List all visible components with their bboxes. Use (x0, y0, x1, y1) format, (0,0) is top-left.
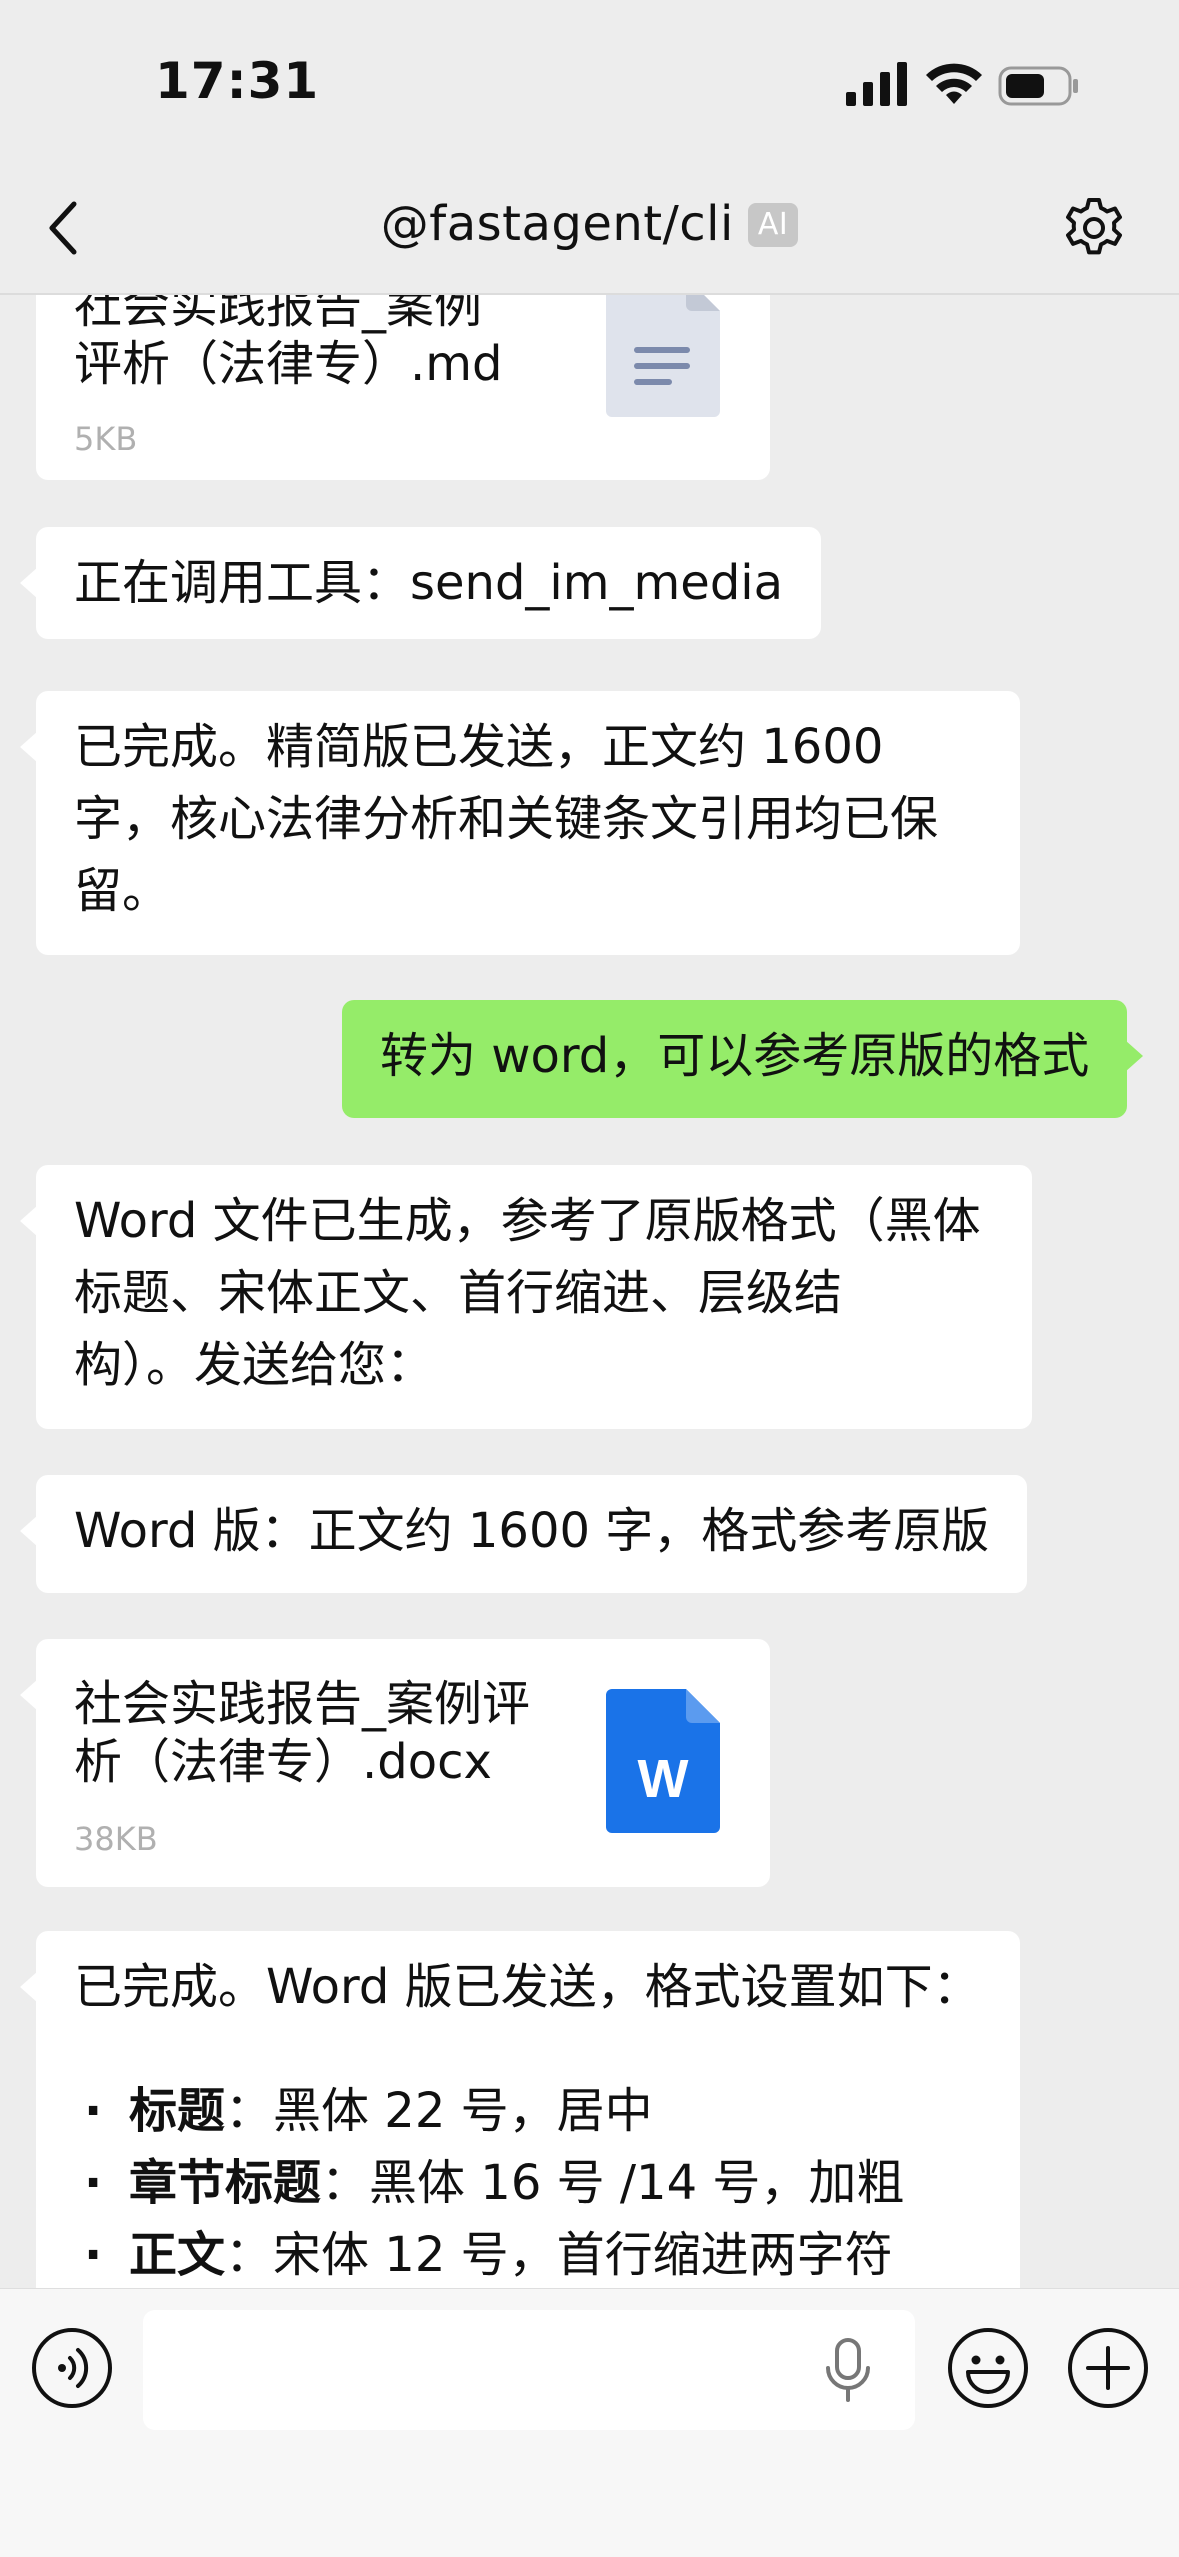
assistant-message: Word 文件已生成，参考了原版格式（黑体 标题、宋体正文、首行缩进、层级结 构… (20, 1165, 1032, 1429)
message-line: 标题、宋体正文、首行缩进、层级结 (74, 1265, 843, 1321)
list-item-label: 正文 (129, 2227, 226, 2283)
word-document-icon: W (606, 1689, 720, 1833)
list-item-text: ：宋体 12 号，首行缩进两字符 (225, 2227, 893, 2283)
tool-call-message: 正在调用工具：send_im_media (19, 527, 822, 639)
assistant-message: Word 版：正文约 1600 字，格式参考原版 (19, 1475, 1028, 1593)
ai-badge: AI (747, 203, 799, 247)
list-item: 章节标题：黑体 16 号 /14 号，加粗 (74, 2147, 982, 2219)
file-name-line1: 社会实践报告_案例 (74, 295, 483, 334)
wifi-icon (926, 63, 982, 104)
list-item: 正文：宋体 12 号，首行缩进两字符 (74, 2219, 982, 2288)
document-icon (606, 295, 720, 417)
file-name-line1: 社会实践报告_案例评 (74, 1676, 531, 1732)
message-line: 构）。发送给您： (74, 1337, 435, 1393)
format-list: 标题：黑体 22 号，居中 章节标题：黑体 16 号 /14 号，加粗 正文：宋… (74, 2075, 982, 2288)
list-item-text: ：黑体 16 号 /14 号，加粗 (321, 2155, 905, 2211)
emoji-icon[interactable] (946, 2326, 1030, 2410)
file-size: 38KB (74, 1820, 158, 1858)
message-input[interactable] (143, 2310, 915, 2430)
assistant-message: 已完成。精简版已发送，正文约 1600 字，核心法律分析和关键条文引用均已保 留… (20, 691, 1020, 955)
file-name: 社会实践报告_案例评 析（法律专）.docx (74, 1675, 594, 1791)
file-message-docx[interactable]: 社会实践报告_案例评 析（法律专）.docx 38KB W (20, 1639, 770, 1887)
list-item: 标题：黑体 22 号，居中 (74, 2075, 982, 2147)
message-line: Word 文件已生成，参考了原版格式（黑体 (74, 1193, 981, 1249)
gear-icon[interactable] (1062, 196, 1126, 260)
file-name: 社会实践报告_案例 评析（法律专）.md (74, 295, 594, 393)
microphone-icon[interactable] (820, 2336, 876, 2406)
chat-title-text: @fastagent/cli (380, 196, 734, 252)
user-message-text: 转为 word，可以参考原版的格式 (380, 1028, 1090, 1084)
chat-messages[interactable]: 社会实践报告_案例 评析（法律专）.md 5KB 正在调用工具：send_im_… (0, 295, 1179, 2288)
file-name-line2: 评析（法律专）.md (74, 336, 503, 392)
file-message-md[interactable]: 社会实践报告_案例 评析（法律专）.md 5KB (36, 295, 770, 480)
voice-input-icon[interactable] (30, 2326, 114, 2410)
cellular-signal-icon (846, 62, 907, 106)
message-line: 留。 (74, 863, 171, 919)
assistant-message: 已完成。Word 版已发送，格式设置如下： 标题：黑体 22 号，居中 章节标题… (20, 1931, 1020, 2288)
message-line: 已完成。精简版已发送，正文约 1600 (74, 719, 884, 775)
tool-call-text: 正在调用工具：send_im_media (74, 555, 784, 611)
list-item-label: 章节标题 (129, 2155, 322, 2211)
plus-icon[interactable] (1066, 2326, 1150, 2410)
file-size: 5KB (74, 420, 138, 458)
status-time: 17:31 (155, 52, 320, 110)
list-item-text: ：黑体 22 号，居中 (225, 2083, 653, 2139)
chat-title: @fastagent/cli AI (0, 196, 1179, 252)
word-icon-letter: W (638, 1749, 689, 1809)
message-intro: 已完成。Word 版已发送，格式设置如下： (74, 1959, 981, 2015)
file-name-line2: 析（法律专）.docx (74, 1734, 492, 1790)
message-text: Word 版：正文约 1600 字，格式参考原版 (74, 1503, 990, 1559)
list-item-label: 标题 (129, 2083, 226, 2139)
message-line: 字，核心法律分析和关键条文引用均已保 (74, 791, 939, 847)
user-message: 转为 word，可以参考原版的格式 (342, 1000, 1144, 1118)
battery-icon (998, 66, 1078, 106)
